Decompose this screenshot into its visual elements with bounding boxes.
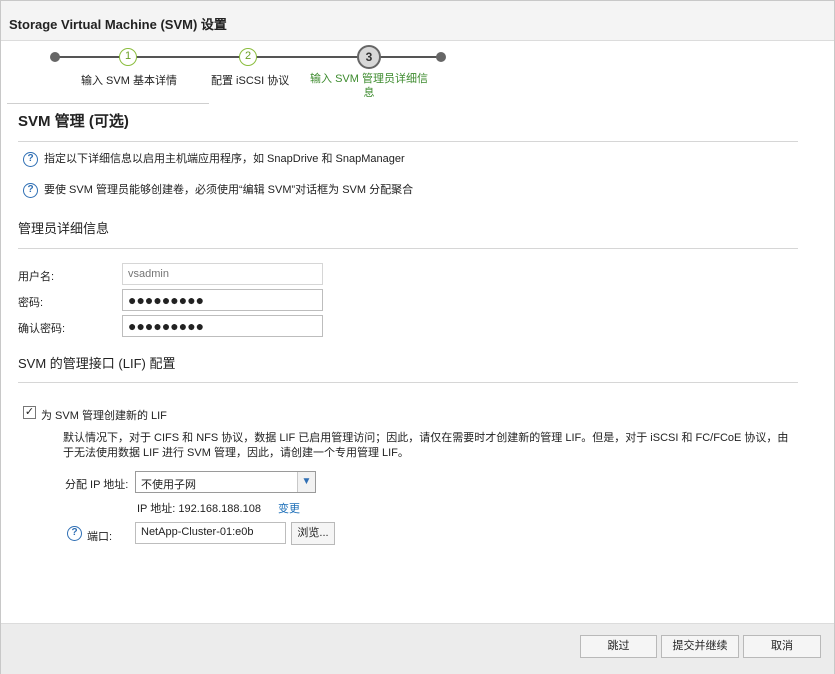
port-help-icon[interactable]: ? xyxy=(67,526,82,541)
dialog-title: Storage Virtual Machine (SVM) 设置 xyxy=(9,17,227,32)
svm-setup-dialog: Storage Virtual Machine (SVM) 设置 1 输入 SV… xyxy=(0,0,835,674)
create-lif-label[interactable]: 为 SVM 管理创建新的 LIF xyxy=(41,407,167,423)
assign-ip-value: 不使用子网 xyxy=(141,479,196,491)
step-2-label: 配置 iSCSI 协议 xyxy=(211,75,290,87)
step-1-label: 输入 SVM 基本详情 xyxy=(81,75,177,87)
port-label: 端口: xyxy=(87,531,113,543)
step-3-label: 输入 SVM 管理员详细信 息 xyxy=(299,72,439,100)
help-text-2: 要使 SVM 管理员能够创建卷，必须使用“编辑 SVM”对话框为 SVM 分配聚… xyxy=(44,184,414,196)
browse-button[interactable]: 浏览... xyxy=(291,522,335,545)
help-icon[interactable]: ? xyxy=(23,151,38,167)
step-3-label-line2: 息 xyxy=(363,87,375,99)
lif-config-heading: SVM 的管理接口 (LIF) 配置 xyxy=(18,356,176,371)
wizard-start-dot xyxy=(50,52,60,62)
divider xyxy=(18,382,798,383)
chevron-down-icon[interactable]: ▼ xyxy=(297,472,315,492)
admin-details-heading: 管理员详细信息 xyxy=(18,221,110,236)
help-row-2: ? 要使 SVM 管理员能够创建卷，必须使用“编辑 SVM”对话框为 SVM 分配… xyxy=(23,181,413,198)
divider xyxy=(18,141,798,142)
username-input[interactable] xyxy=(122,263,323,285)
step-2-circle: 2 xyxy=(239,48,257,66)
cancel-button[interactable]: 取消 xyxy=(743,635,821,658)
step-3-circle: 3 xyxy=(357,45,381,69)
wizard-steps: 1 输入 SVM 基本详情 2 配置 iSCSI 协议 3 输入 SVM 管理员… xyxy=(1,41,834,105)
skip-button[interactable]: 跳过 xyxy=(580,635,657,658)
help-text-1: 指定以下详细信息以启用主机端应用程序，如 SnapDrive 和 SnapMan… xyxy=(44,153,405,165)
step-1-circle: 1 xyxy=(119,48,137,66)
password-label: 密码: xyxy=(18,297,44,309)
wizard-end-dot xyxy=(436,52,446,62)
assign-ip-select[interactable]: 不使用子网 ▼ xyxy=(135,471,316,493)
password-input[interactable]: ●●●●●●●●● xyxy=(122,289,323,311)
ip-address-text: IP 地址: 192.168.188.108 xyxy=(137,503,261,515)
ip-address-line: IP 地址: 192.168.188.108 变更 xyxy=(137,500,300,516)
port-input[interactable]: NetApp-Cluster-01:e0b xyxy=(135,522,286,544)
confirm-password-input[interactable]: ●●●●●●●●● xyxy=(122,315,323,337)
submit-continue-button[interactable]: 提交并继续 xyxy=(661,635,739,658)
change-ip-link[interactable]: 变更 xyxy=(278,503,300,515)
help-icon[interactable]: ? xyxy=(23,182,38,198)
help-row-1: ? 指定以下详细信息以启用主机端应用程序，如 SnapDrive 和 SnapMa… xyxy=(23,150,405,167)
lif-description: 默认情况下，对于 CIFS 和 NFS 协议，数据 LIF 已启用管理访问；因此… xyxy=(63,432,789,459)
assign-ip-label: 分配 IP 地址: xyxy=(65,479,129,491)
create-lif-checkbox[interactable]: ✓ xyxy=(23,406,36,419)
page-title: SVM 管理 (可选) xyxy=(18,113,129,130)
step-3-label-line1: 输入 SVM 管理员详细信 xyxy=(310,73,428,85)
title-bar: Storage Virtual Machine (SVM) 设置 xyxy=(1,1,834,41)
divider xyxy=(18,248,798,249)
step-underline xyxy=(7,103,209,104)
confirm-password-label: 确认密码: xyxy=(18,323,66,335)
username-label: 用户名: xyxy=(18,271,55,283)
